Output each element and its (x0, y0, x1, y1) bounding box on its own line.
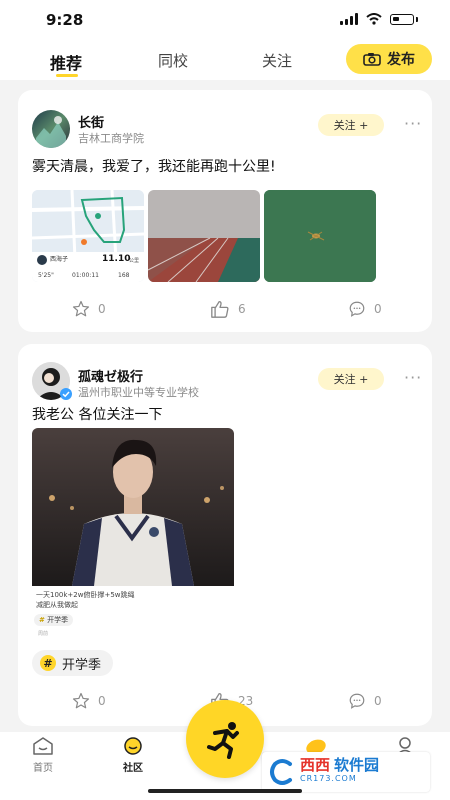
like-count: 6 (238, 302, 246, 316)
tab-recommend[interactable]: 推荐 (50, 50, 82, 74)
publish-label: 发布 (387, 52, 415, 68)
comment-count: 0 (374, 694, 382, 708)
post-image-foggy-track[interactable] (148, 190, 260, 282)
follow-button[interactable]: 关注 + (318, 368, 384, 390)
nav-community-label: 社区 (123, 763, 143, 774)
topic-tag-label: 开学季 (62, 657, 102, 673)
mini-foot: 周前 (38, 631, 49, 637)
mini-tag: # 开学季 (34, 614, 74, 626)
comment-icon (349, 301, 365, 317)
battery-icon (390, 13, 414, 25)
active-tab-indicator (56, 74, 78, 77)
image-caption: 一天100k+2w俯卧撑+5w跳绳 减肥从我做起 (36, 591, 135, 609)
map-distance: 11.10 (102, 254, 131, 264)
post-image-green-ground[interactable] (264, 190, 376, 282)
thumbs-up-icon (211, 300, 229, 318)
hashtag-icon: # (40, 655, 56, 671)
favorite-action[interactable]: 0 (72, 692, 106, 710)
topic-tag[interactable]: # 开学季 (32, 650, 114, 676)
post-text: 雾天清晨，我爱了，我还能再跑十公里! (32, 159, 276, 175)
portrait-art (32, 428, 234, 586)
more-options-icon[interactable]: ··· (404, 368, 422, 387)
home-icon (33, 737, 53, 755)
follow-button[interactable]: 关注 + (318, 114, 384, 136)
signal-icon (340, 13, 358, 25)
map-duration: 01:00:11 (72, 272, 99, 279)
like-action[interactable]: 6 (210, 300, 246, 318)
mini-tag-label: 开学季 (47, 616, 69, 624)
map-steps: 168 (118, 272, 130, 279)
post-text: 我老公 各位关注一下 (32, 407, 163, 423)
comment-icon (349, 693, 365, 709)
tab-following[interactable]: 关注 (262, 50, 292, 71)
post-image-route-map[interactable]: 西海子 11.10 公里 5'25" 01:00:11 168 (32, 190, 144, 282)
post-username[interactable]: 长街 (78, 112, 104, 131)
comment-count: 0 (374, 302, 382, 316)
post-school: 吉林工商学院 (78, 132, 144, 145)
camera-icon (363, 53, 381, 66)
status-time: 9:28 (46, 11, 84, 29)
post-username[interactable]: 孤魂ゼ极行 (78, 366, 143, 385)
map-pace: 5'25" (38, 272, 54, 279)
star-icon (72, 692, 90, 709)
map-place: 西海子 (50, 256, 69, 263)
watermark-url: CR173.COM (300, 774, 357, 783)
verified-badge-icon (60, 388, 72, 400)
start-run-button[interactable] (186, 700, 264, 778)
tab-same-school[interactable]: 同校 (158, 50, 188, 71)
more-options-icon[interactable]: ··· (404, 114, 422, 133)
home-indicator (148, 789, 302, 793)
route-map-art (32, 190, 144, 282)
foggy-track-art (148, 190, 260, 282)
wifi-icon (366, 13, 382, 25)
battery-tip (416, 16, 418, 22)
nav-home[interactable]: 首页 (32, 736, 54, 774)
publish-button[interactable]: 发布 (346, 44, 432, 74)
favorite-action[interactable]: 0 (72, 300, 106, 318)
watermark-logo: 西西 软件园 CR173.COM (262, 752, 430, 792)
avatar[interactable] (32, 110, 70, 148)
nav-home-label: 首页 (33, 763, 53, 774)
community-icon (124, 737, 142, 755)
post-image-portrait[interactable] (32, 428, 234, 586)
green-ground-art (264, 190, 376, 282)
map-unit: 公里 (129, 258, 140, 264)
post-school: 温州市职业中等专业学校 (78, 386, 199, 399)
favorite-count: 0 (98, 694, 106, 708)
nav-community[interactable]: 社区 (122, 736, 144, 774)
running-person-icon (207, 722, 239, 759)
favorite-count: 0 (98, 302, 106, 316)
avatar-art (36, 116, 66, 148)
image-caption-area: 一天100k+2w俯卧撑+5w跳绳 减肥从我做起 # 开学季 周前 (32, 586, 234, 644)
comment-action[interactable]: 0 (348, 300, 382, 318)
watermark-brand: 西西 (300, 756, 331, 774)
star-icon (72, 300, 90, 317)
comment-action[interactable]: 0 (348, 692, 382, 710)
status-icons (340, 13, 418, 25)
watermark-sub: 软件园 (334, 756, 380, 774)
watermark-c-icon (270, 759, 292, 785)
